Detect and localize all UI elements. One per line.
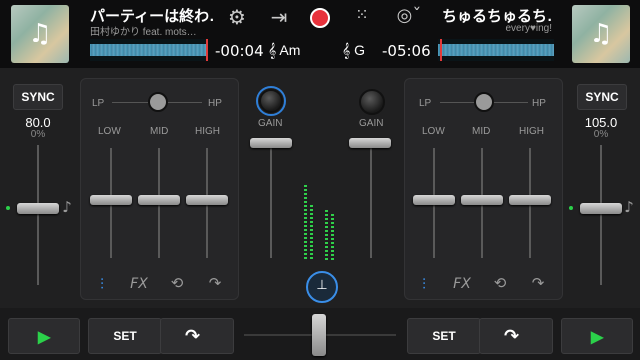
channel-fader-left[interactable] [250, 138, 292, 148]
key-icon: 𝄞 [268, 43, 277, 59]
cue-jump-icon-right[interactable]: ↷ [527, 274, 549, 292]
tempo-slider-right[interactable] [580, 203, 622, 214]
key-left[interactable]: 𝄞 Am [268, 42, 300, 59]
vinyl-dropdown-icon[interactable]: ◎ˇ [393, 5, 425, 29]
set-cue-button-right[interactable]: SET [407, 318, 481, 354]
tempo-slider-track-right [600, 145, 602, 285]
music-note-icon: ♪ [62, 198, 72, 216]
eq-low-slider-left[interactable] [90, 195, 132, 205]
eq-icon-left[interactable]: ⫶ [92, 275, 112, 293]
low-label-right: LOW [422, 126, 445, 137]
loop-icon-right[interactable]: ⟲ [489, 274, 511, 292]
gain-knob-left[interactable] [259, 89, 283, 113]
gain-label-right: GAIN [359, 118, 384, 129]
sampler-grid-icon[interactable]: ⁙ [350, 5, 374, 29]
track-artist-left: 田村ゆかり feat. mots… [90, 27, 197, 38]
tempo-slider-left[interactable] [17, 203, 59, 214]
eq-mid-slider-right[interactable] [461, 195, 503, 205]
high-label-left: HIGH [195, 126, 220, 137]
waveform-left[interactable] [90, 39, 208, 61]
fader-curve-icon: ⊥ [316, 278, 328, 293]
low-label-left: LOW [98, 126, 121, 137]
set-cue-button-left[interactable]: SET [88, 318, 162, 354]
key-icon: 𝄞 [342, 43, 351, 59]
cue-jump-button-right[interactable]: ↷ [479, 318, 553, 354]
gain-knob-right[interactable] [359, 89, 385, 115]
cue-jump-button-left[interactable]: ↷ [160, 318, 234, 354]
key-label-left: Am [279, 42, 301, 58]
eq-mid-slider-left[interactable] [138, 195, 180, 205]
cue-jump-icon: ↷ [504, 326, 520, 347]
bpm-right: 105.0 [584, 115, 618, 130]
crossfader-handle[interactable] [312, 314, 326, 356]
gear-icon[interactable]: ⚙ [225, 5, 249, 29]
cue-jump-icon: ↷ [185, 326, 201, 347]
crossfader-mode-button[interactable]: ⊥ [306, 271, 338, 303]
filter-knob-right[interactable] [474, 92, 494, 112]
time-remaining-left: -00:04 [215, 42, 264, 60]
music-note-icon: ♫ [589, 19, 613, 49]
bpm-left: 80.0 [25, 115, 51, 130]
waveform-right[interactable] [438, 39, 554, 61]
tempo-center-indicator-left [6, 206, 10, 210]
music-note-icon: ♪ [624, 198, 634, 216]
hp-label-left: HP [208, 98, 222, 109]
level-meter-right-a [325, 210, 328, 261]
sync-button-right[interactable]: SYNC [577, 84, 627, 110]
playhead-right [440, 39, 442, 61]
key-label-right: G [354, 42, 366, 58]
pitch-percent-left: 0% [30, 129, 46, 140]
hp-label-right: HP [532, 98, 546, 109]
play-icon: ▶ [38, 329, 51, 346]
eq-icon-right[interactable]: ⫶ [414, 275, 434, 293]
tempo-slider-track-left [37, 145, 39, 285]
channel-fader-track-right [370, 138, 372, 258]
play-icon: ▶ [591, 329, 604, 346]
time-remaining-right: -05:06 [382, 42, 431, 60]
eq-high-slider-right[interactable] [509, 195, 551, 205]
playlist-icon[interactable]: ⇥ [267, 5, 291, 29]
lp-label-left: LP [92, 98, 105, 109]
key-right[interactable]: 𝄞 G [342, 42, 365, 59]
pitch-percent-right: 0% [593, 129, 609, 140]
sync-button-left[interactable]: SYNC [13, 84, 63, 110]
channel-fader-right[interactable] [349, 138, 391, 148]
high-label-right: HIGH [519, 126, 544, 137]
tempo-center-indicator-right [569, 206, 573, 210]
record-icon[interactable] [310, 8, 330, 28]
play-button-right[interactable]: ▶ [561, 318, 633, 354]
level-meter-right-b [331, 214, 334, 261]
level-meter-left-a [304, 185, 307, 261]
playhead-left [206, 39, 208, 61]
mid-label-left: MID [150, 126, 169, 137]
loop-icon-left[interactable]: ⟲ [166, 274, 188, 292]
level-meter-left-b [310, 205, 313, 261]
cue-jump-icon-left[interactable]: ↷ [204, 274, 226, 292]
fx-button-left[interactable]: FX [128, 276, 150, 292]
mid-label-right: MID [472, 126, 491, 137]
lp-label-right: LP [419, 98, 432, 109]
album-art-left[interactable]: ♫ [11, 5, 69, 63]
gain-label-left: GAIN [258, 118, 283, 129]
eq-high-slider-left[interactable] [186, 195, 228, 205]
track-artist-right: every♥ing! [505, 23, 552, 34]
channel-fader-track-left [270, 138, 272, 258]
album-art-right[interactable]: ♫ [572, 5, 630, 63]
music-note-icon: ♫ [28, 19, 52, 49]
filter-knob-left[interactable] [148, 92, 168, 112]
fx-button-right[interactable]: FX [451, 276, 473, 292]
play-button-left[interactable]: ▶ [8, 318, 80, 354]
eq-low-slider-right[interactable] [413, 195, 455, 205]
